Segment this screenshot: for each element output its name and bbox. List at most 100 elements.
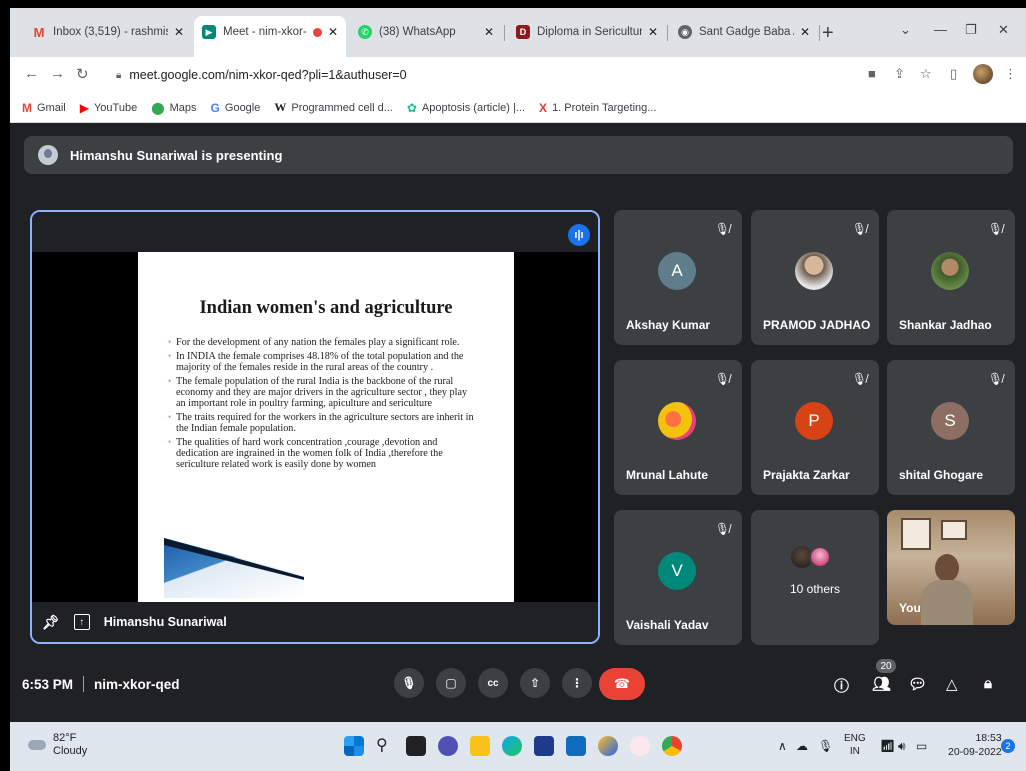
wifi-icon[interactable]: 📶︎ bbox=[880, 739, 895, 753]
volume-icon[interactable]: 🔊︎ bbox=[898, 739, 906, 754]
windows-start-icon[interactable] bbox=[344, 736, 364, 756]
tray-chevron-icon[interactable]: ∧ bbox=[778, 739, 787, 753]
file-explorer-icon[interactable] bbox=[470, 736, 490, 756]
participant-tile[interactable]: 🎙︎̸ PRAMOD JADHAO bbox=[751, 210, 879, 345]
share-icon[interactable]: ⇪ bbox=[894, 66, 905, 82]
leave-call-button[interactable]: ☎︎ bbox=[599, 668, 645, 700]
slide-bullet: The female population of the rural India… bbox=[168, 376, 474, 409]
temperature: 82°F bbox=[53, 732, 77, 744]
mic-off-icon: 🎙︎̸ bbox=[851, 222, 867, 236]
people-icon[interactable]: 👥︎ bbox=[872, 675, 891, 693]
participant-tile[interactable]: 🎙︎̸ Mrunal Lahute bbox=[614, 360, 742, 495]
presenter-avatar bbox=[38, 145, 58, 165]
more-options-button[interactable]: ⋮ bbox=[562, 668, 592, 698]
restore-button[interactable]: ❐ bbox=[965, 22, 977, 38]
address-bar[interactable]: 🔒︎ meet.google.com/nim-xkor-qed?pli=1&au… bbox=[102, 61, 862, 89]
x-icon: X bbox=[539, 100, 548, 115]
host-controls-lock-icon[interactable]: 🔒︎ bbox=[984, 675, 992, 692]
tab-whatsapp[interactable]: ✆ (38) WhatsApp ✕ bbox=[350, 16, 502, 48]
bookmark-apoptosis[interactable]: ✿ Apoptosis (article) |... bbox=[407, 101, 525, 115]
teams-icon[interactable] bbox=[438, 736, 458, 756]
tab-meet[interactable]: ▶ Meet - nim-xkor-qed ✕ bbox=[194, 16, 346, 57]
bookmark-label: Gmail bbox=[37, 101, 66, 114]
close-icon[interactable]: ✕ bbox=[648, 25, 658, 39]
whatsapp-icon: ✆ bbox=[358, 25, 372, 39]
chat-icon[interactable]: 💬︎ bbox=[908, 675, 927, 693]
menu-kebab-icon[interactable]: ⋮ bbox=[1004, 66, 1017, 82]
tab-diploma[interactable]: D Diploma in Sericulture - S ✕ bbox=[508, 16, 666, 48]
participant-name: Akshay Kumar bbox=[626, 318, 711, 332]
bookmark-protein-targeting[interactable]: X 1. Protein Targeting... bbox=[539, 101, 656, 115]
notification-badge[interactable]: 2 bbox=[1001, 739, 1015, 753]
participant-tile[interactable]: 🎙︎̸ A Akshay Kumar bbox=[614, 210, 742, 345]
others-count-label: 10 others bbox=[789, 582, 841, 596]
camera-icon[interactable]: ■ bbox=[868, 66, 876, 81]
close-icon[interactable]: ✕ bbox=[174, 25, 184, 39]
slide-title: Indian women's and agriculture bbox=[199, 298, 453, 318]
minimize-button[interactable]: — bbox=[934, 22, 947, 37]
app-icon[interactable] bbox=[630, 736, 650, 756]
present-button[interactable]: ⇧ bbox=[520, 668, 550, 698]
bookmark-maps[interactable]: ⬤ Maps bbox=[151, 101, 196, 115]
bookmark-google[interactable]: G Google bbox=[211, 101, 261, 115]
window-close-button[interactable]: ✕ bbox=[998, 22, 1009, 38]
app-icon[interactable] bbox=[598, 736, 618, 756]
back-button[interactable]: ← bbox=[24, 65, 39, 82]
tab-gmail[interactable]: M Inbox (3,519) - rashmisaw ✕ bbox=[24, 16, 192, 48]
slide-bullet: In INDIA the female comprises 48.18% of … bbox=[168, 351, 474, 373]
tab-search-icon[interactable]: ⌄ bbox=[900, 22, 911, 38]
bookmark-star-icon[interactable]: ☆ bbox=[920, 66, 932, 82]
activities-icon[interactable]: △ bbox=[946, 675, 958, 693]
participant-tile[interactable]: 🎙︎̸ Shankar Jadhao bbox=[887, 210, 1015, 345]
tab-sant-gadge[interactable]: ◉ Sant Gadge Baba Amrava ✕ bbox=[670, 16, 818, 48]
self-view-tile[interactable]: You bbox=[887, 510, 1015, 625]
wall-frame bbox=[901, 518, 931, 550]
participant-name: You bbox=[899, 601, 921, 615]
reload-button[interactable]: ↻ bbox=[76, 65, 89, 83]
close-icon[interactable]: ✕ bbox=[484, 25, 494, 39]
bookmark-youtube[interactable]: ▶ YouTube bbox=[80, 101, 137, 115]
divider bbox=[83, 676, 85, 692]
mail-icon[interactable] bbox=[566, 736, 586, 756]
tab-title: Sant Gadge Baba Amrava bbox=[699, 26, 794, 38]
profile-avatar[interactable] bbox=[973, 64, 993, 84]
youtube-icon: ▶ bbox=[79, 100, 89, 115]
forward-button[interactable]: → bbox=[50, 65, 65, 82]
chrome-icon[interactable] bbox=[662, 736, 682, 756]
meet-stage: Himanshu Sunariwal is presenting ı|ı Ind… bbox=[10, 124, 1026, 722]
participant-tile[interactable]: 🎙︎̸ S shital Ghogare bbox=[887, 360, 1015, 495]
info-icon[interactable]: ⓘ bbox=[834, 675, 849, 696]
mic-off-icon: 🎙︎̸ bbox=[851, 372, 867, 386]
onedrive-icon[interactable]: ☁︎ bbox=[796, 739, 808, 753]
participant-name: Mrunal Lahute bbox=[626, 468, 709, 482]
captions-button[interactable]: cc bbox=[478, 668, 508, 698]
store-icon[interactable] bbox=[534, 736, 554, 756]
side-panel-icon[interactable]: ▯ bbox=[950, 66, 957, 82]
system-clock[interactable]: 18:53 20-09-2022 bbox=[948, 731, 1002, 759]
others-tile[interactable]: 10 others bbox=[751, 510, 879, 645]
close-icon[interactable]: ✕ bbox=[800, 25, 810, 39]
presentation-footer: 📌︎ ↑ Himanshu Sunariwal bbox=[32, 602, 598, 642]
recording-icon bbox=[312, 27, 322, 37]
edge-icon[interactable] bbox=[502, 736, 522, 756]
new-tab-button[interactable]: + bbox=[822, 22, 834, 45]
pin-icon[interactable]: 📌︎ bbox=[42, 614, 60, 631]
participant-tile[interactable]: 🎙︎̸ V Vaishali Yadav bbox=[614, 510, 742, 645]
weather-condition: Cloudy bbox=[53, 745, 88, 757]
camera-button[interactable]: ▢ bbox=[436, 668, 466, 698]
language-indicator[interactable]: ENG IN bbox=[844, 732, 866, 758]
search-icon[interactable]: ⚲ bbox=[376, 735, 396, 755]
microphone-button[interactable]: 🎙︎ bbox=[394, 668, 424, 698]
bookmark-wikipedia[interactable]: W Programmed cell d... bbox=[274, 100, 392, 115]
task-view-icon[interactable] bbox=[406, 736, 426, 756]
battery-icon[interactable]: ▭ bbox=[916, 739, 927, 753]
bookmark-label: Google bbox=[224, 101, 261, 114]
speaking-indicator-icon: ı|ı bbox=[568, 224, 590, 246]
presentation-tile[interactable]: ı|ı Indian women's and agriculture For t… bbox=[30, 210, 600, 644]
microphone-tray-icon[interactable]: 🎙︎ bbox=[818, 739, 833, 753]
bookmark-gmail[interactable]: M Gmail bbox=[22, 101, 66, 115]
close-icon[interactable]: ✕ bbox=[328, 25, 338, 39]
participant-tile[interactable]: 🎙︎̸ P Prajakta Zarkar bbox=[751, 360, 879, 495]
weather-widget[interactable]: 82°F Cloudy bbox=[28, 732, 87, 758]
participant-name: PRAMOD JADHAO bbox=[763, 318, 871, 332]
